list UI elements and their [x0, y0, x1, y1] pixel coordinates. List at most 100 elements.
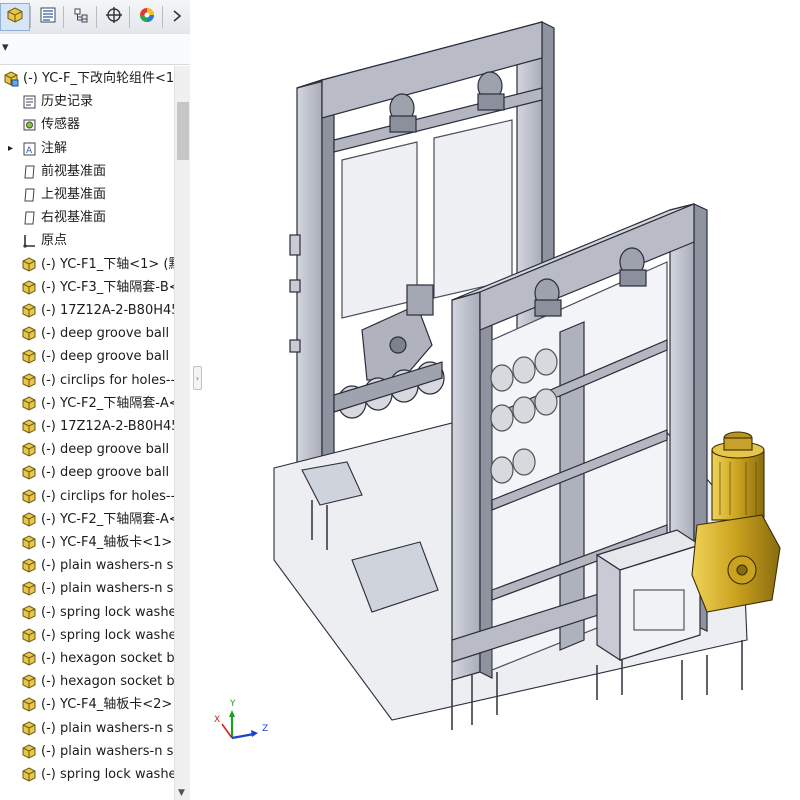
part-icon [22, 280, 37, 296]
tree-item[interactable]: 历史记录 [0, 91, 174, 114]
tree-item-label: (-) hexagon socket but [41, 651, 174, 666]
tree-item-label: (-) YC-F2_下轴隔套-A<1 [41, 395, 174, 411]
tree-item-label: (-) YC-F3_下轴隔套-B<1 [41, 279, 174, 295]
tree-item-label: (-) deep groove ball be [41, 465, 174, 481]
tree-item[interactable]: (-) YC-F2_下轴隔套-A<1 [0, 393, 174, 416]
tree-item-label: (-) circlips for holes--ty [41, 488, 174, 504]
panel-collapse-handle[interactable]: › [193, 366, 202, 390]
panel-splitter[interactable] [190, 0, 202, 800]
part-icon [22, 373, 37, 389]
configuration-icon [72, 6, 90, 28]
part-icon [22, 721, 37, 737]
part-icon [22, 767, 37, 783]
tree-item[interactable]: 前视基准面 [0, 161, 174, 184]
tree-item[interactable]: (-) deep groove ball be [0, 323, 174, 346]
tree-item-label: 历史记录 [41, 94, 94, 110]
plane-icon [22, 187, 37, 203]
tree-item[interactable]: (-) plain washers-n seri [0, 718, 174, 741]
tree-item[interactable]: ▸ A 注解 [0, 138, 174, 161]
tree-item[interactable]: (-) plain washers-n seri [0, 578, 174, 601]
assembly-3d-model[interactable]: Y X Z [202, 0, 800, 800]
part-icon [22, 558, 37, 574]
tree-item[interactable]: (-) spring lock washers [0, 764, 174, 787]
part-icon [22, 465, 37, 481]
tree-item-label: 右视基准面 [41, 210, 107, 226]
tree-item[interactable]: (-) circlips for holes--ty [0, 370, 174, 393]
part-icon [22, 744, 37, 760]
tree-root-assembly[interactable]: (-) YC-F_下改向轮组件<1> [0, 68, 174, 91]
tree-item-label: 上视基准面 [41, 187, 107, 202]
tree-item[interactable]: (-) 17Z12A-2-B80H45L [0, 300, 174, 323]
tree-item[interactable]: (-) deep groove ball be [0, 462, 174, 485]
tree-item[interactable]: (-) hexagon socket but [0, 648, 174, 671]
tree-item-label: (-) YC-F4_轴板卡<1> (默 [41, 535, 174, 550]
part-icon [22, 303, 37, 319]
part-icon [22, 628, 37, 644]
tree-item[interactable]: (-) plain washers-n seri [0, 741, 174, 764]
tree-scrollbar[interactable]: ▼ [174, 66, 190, 800]
dimxpert-manager-tab[interactable] [99, 3, 129, 31]
scroll-down-arrow-icon[interactable]: ▼ [178, 788, 185, 798]
expand-arrow-icon[interactable]: ▸ [8, 140, 13, 158]
tree-item-label: (-) deep groove ball be [41, 442, 174, 458]
tree-item[interactable]: (-) deep groove ball be [0, 439, 174, 462]
tree-item-label: (-) plain washers-n seri [41, 743, 174, 759]
tree-item-label: (-) YC-F1_下轴<1> (默认 [41, 256, 174, 272]
filter-icon[interactable]: ▾ [2, 40, 9, 55]
part-icon [22, 396, 37, 412]
part-icon [22, 326, 37, 342]
tree-item[interactable]: (-) plain washers-n seri [0, 555, 174, 578]
triad-x-axis [221, 723, 233, 739]
tree-item-label: 原点 [41, 233, 68, 249]
tree-item[interactable]: (-) spring lock washers [0, 625, 174, 648]
triad-x-label: X [214, 715, 220, 725]
origin-icon [22, 233, 37, 249]
tree-item[interactable]: 右视基准面 [0, 207, 174, 230]
plane-icon [22, 210, 37, 226]
tree-item[interactable]: (-) YC-F4_轴板卡<1> (默 [0, 532, 174, 555]
tree-item[interactable]: (-) YC-F2_下轴隔套-A<2 [0, 509, 174, 532]
tree-item[interactable]: 原点 [0, 230, 174, 253]
tree-item-label: (-) spring lock washers [41, 627, 174, 643]
property-manager-tab[interactable] [33, 3, 63, 31]
tree-item[interactable]: (-) spring lock washers [0, 602, 174, 625]
tree-item-label: (-) spring lock washers [41, 604, 174, 620]
annotation-icon: A [22, 141, 37, 157]
tree-item-label: (-) 17Z12A-2-B80H45L [41, 419, 174, 434]
tree-item[interactable]: (-) YC-F4_轴板卡<2> (默 [0, 694, 174, 717]
tree-item[interactable]: (-) YC-F3_下轴隔套-B<1 [0, 277, 174, 300]
tree-item[interactable]: 传感器 [0, 114, 174, 137]
tree-item[interactable]: (-) 17Z12A-2-B80H45L [0, 416, 174, 439]
assembly-icon [4, 71, 19, 87]
part-icon [22, 605, 37, 621]
part-icon [22, 419, 37, 435]
part-icon [22, 581, 37, 597]
triad-y-label: Y [229, 699, 236, 709]
tree-item-label: 前视基准面 [41, 163, 107, 179]
display-manager-tab[interactable] [132, 3, 162, 31]
tree-item[interactable]: (-) hexagon socket but [0, 671, 174, 694]
tree-item[interactable]: 上视基准面 [0, 184, 174, 207]
tree-item[interactable]: (-) YC-F1_下轴<1> (默认 [0, 254, 174, 277]
tree-item-label: (-) plain washers-n seri [41, 558, 174, 574]
tree-item-label: (-) hexagon socket but [41, 674, 174, 690]
history-icon [22, 94, 37, 110]
svg-text:A: A [26, 146, 33, 156]
tree-item[interactable]: (-) circlips for holes--ty [0, 486, 174, 509]
feature-tree: (-) YC-F_下改向轮组件<1> 历史记录 传感器 ▸ A 注解 前视基准面 上视基准面右… [0, 66, 174, 800]
triad-z-axis [231, 732, 255, 740]
part-icon [22, 697, 37, 713]
filter-bar[interactable]: ▾ [0, 34, 190, 65]
tree-item[interactable]: (-) deep groove ball be [0, 346, 174, 369]
configuration-manager-tab[interactable] [66, 3, 96, 31]
scrollbar-thumb[interactable] [177, 102, 189, 160]
more-tabs-button[interactable] [165, 3, 189, 31]
feature-manager-tab[interactable] [0, 3, 30, 31]
part-icon [22, 257, 37, 273]
part-icon [22, 349, 37, 365]
part-icon [22, 535, 37, 551]
part-icon [22, 512, 37, 528]
tree-item-label: (-) YC-F2_下轴隔套-A<2 [41, 511, 174, 527]
graphics-area[interactable]: Y X Z [202, 0, 800, 800]
tree-item-label: (-) plain washers-n seri [41, 581, 174, 597]
